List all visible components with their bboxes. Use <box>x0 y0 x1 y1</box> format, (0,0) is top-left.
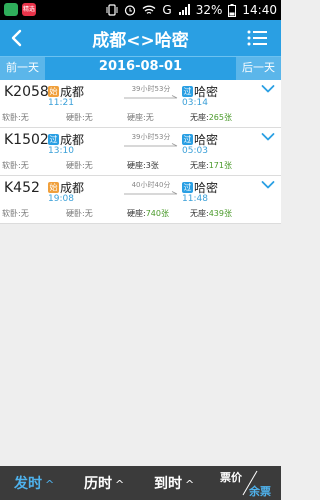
title-bar: 成都<>哈密 <box>0 20 281 56</box>
arrow-icon <box>124 95 178 99</box>
train-row[interactable]: K2058 始 成都 11:21 39小时53分 过 哈密 03:14 软卧:无… <box>0 80 281 128</box>
hard-sleeper-seats: 硬卧:无 <box>66 161 93 170</box>
train-row[interactable]: K1502 过 成都 13:10 39小时53分 过 哈密 05:03 软卧:无… <box>0 128 281 176</box>
depart-time: 19:08 <box>48 194 74 204</box>
hard-seat-seats: 硬座:无 <box>127 113 154 122</box>
status-bar: 精选 G 32% 14:40 <box>0 0 281 20</box>
notification-icons: 精选 <box>4 3 36 16</box>
alarm-icon <box>125 5 136 16</box>
pass-badge: 过 <box>48 134 59 145</box>
network-type: G <box>162 3 172 17</box>
menu-icon[interactable] <box>247 29 267 47</box>
clock: 14:40 <box>242 3 277 17</box>
arrive-time: 11:48 <box>182 194 208 204</box>
train-list: K2058 始 成都 11:21 39小时53分 过 哈密 03:14 软卧:无… <box>0 80 281 224</box>
page-title: 成都<>哈密 <box>92 31 189 51</box>
hard-sleeper-seats: 硬卧:无 <box>66 113 93 122</box>
vibrate-icon <box>106 4 118 16</box>
hard-seat-seats: 硬座:3张 <box>127 161 159 170</box>
app-notification-icon <box>4 3 18 16</box>
standing-seats: 无座:171张 <box>190 161 232 170</box>
chevron-down-icon[interactable] <box>261 84 275 94</box>
soft-sleeper-seats: 软卧:无 <box>2 113 29 122</box>
battery-icon <box>228 3 237 17</box>
origin-badge: 始 <box>48 182 59 193</box>
date-bar: 前一天 2016-08-01 后一天 <box>0 56 281 80</box>
chevron-down-icon[interactable] <box>261 180 275 190</box>
pass-badge: 过 <box>182 134 193 145</box>
arrow-icon <box>124 191 178 195</box>
duration-block: 40小时40分 <box>124 180 178 195</box>
fare-label: 票价 <box>220 471 242 484</box>
system-icons: G 32% 14:40 <box>106 3 277 17</box>
depart-time: 11:21 <box>48 98 74 108</box>
caret-up-icon: ^ <box>115 478 125 491</box>
hard-seat-seats: 硬座:740张 <box>127 209 169 218</box>
signal-icon <box>178 4 190 15</box>
caret-up-icon: ^ <box>45 478 55 491</box>
train-row[interactable]: K452 始 成都 19:08 40小时40分 过 哈密 11:48 软卧:无 … <box>0 176 281 224</box>
soft-sleeper-seats: 软卧:无 <box>2 209 29 218</box>
battery-level: 32% <box>195 3 223 17</box>
fare-remaining-toggle[interactable]: 票价 余票 <box>214 466 281 500</box>
next-day-button[interactable]: 后一天 <box>236 57 281 80</box>
sort-by-depart-button[interactable]: 发时 ^ <box>14 473 54 493</box>
duration: 40小时40分 <box>131 181 171 189</box>
remaining-label: 余票 <box>249 485 271 498</box>
duration: 39小时53分 <box>131 85 171 93</box>
caret-up-icon: ^ <box>185 478 195 491</box>
arrow-icon <box>124 143 178 147</box>
soft-sleeper-seats: 软卧:无 <box>2 161 29 170</box>
duration-block: 39小时53分 <box>124 132 178 147</box>
arrive-time: 05:03 <box>182 146 208 156</box>
arrive-time: 03:14 <box>182 98 208 108</box>
train-number: K2058 <box>4 84 49 100</box>
train-number: K1502 <box>4 132 49 148</box>
pass-badge: 过 <box>182 86 193 97</box>
sort-by-duration-button[interactable]: 历时 ^ <box>84 473 124 493</box>
depart-time: 13:10 <box>48 146 74 156</box>
chevron-down-icon[interactable] <box>261 132 275 142</box>
app-badge-icon: 精选 <box>22 3 36 16</box>
wifi-icon <box>142 5 156 14</box>
duration: 39小时53分 <box>131 133 171 141</box>
standing-seats: 无座:265张 <box>190 113 232 122</box>
hard-sleeper-seats: 硬卧:无 <box>66 209 93 218</box>
sort-bar: 发时 ^ 历时 ^ 到时 ^ 票价 余票 <box>0 466 281 500</box>
origin-badge: 始 <box>48 86 59 97</box>
duration-block: 39小时53分 <box>124 84 178 99</box>
sort-by-arrive-button[interactable]: 到时 ^ <box>154 473 194 493</box>
pass-badge: 过 <box>182 182 193 193</box>
standing-seats: 无座:439张 <box>190 209 232 218</box>
train-number: K452 <box>4 180 40 196</box>
